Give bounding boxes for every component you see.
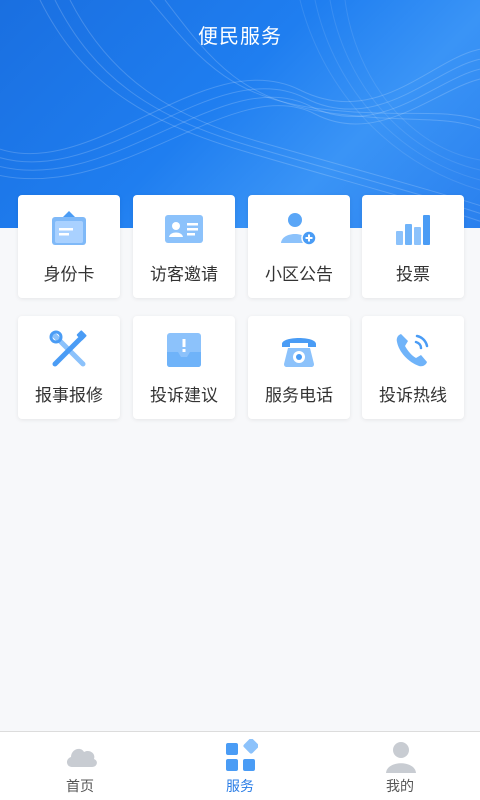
user-icon [386, 742, 416, 773]
telephone-icon [282, 338, 316, 367]
service-label: 访客邀请 [150, 265, 218, 285]
tab-profile[interactable]: 我的 [320, 732, 480, 800]
phone-call-icon [396, 334, 429, 367]
visitor-card-icon [165, 215, 203, 243]
id-card-icon [52, 211, 86, 245]
service-id-card[interactable]: 身份卡 [18, 195, 120, 298]
service-label: 投诉热线 [379, 386, 447, 406]
tools-icon [49, 330, 87, 367]
service-service-phone[interactable]: 服务电话 [248, 316, 350, 419]
service-label: 服务电话 [265, 386, 333, 406]
service-complaint-suggestion[interactable]: 投诉建议 [133, 316, 235, 419]
user-add-icon [281, 213, 317, 246]
tab-label: 我的 [386, 779, 414, 795]
bottom-tab-bar: 首页 服务 我的 [0, 731, 480, 800]
service-label: 报事报修 [35, 386, 103, 406]
page-title: 便民服务 [198, 24, 282, 48]
service-label: 身份卡 [43, 265, 95, 285]
cloud-icon [66, 748, 97, 767]
tab-services[interactable]: 服务 [160, 732, 320, 800]
service-repair-report[interactable]: 报事报修 [18, 316, 120, 419]
service-visitor-invite[interactable]: 访客邀请 [133, 195, 235, 298]
service-community-notice[interactable]: 小区公告 [248, 195, 350, 298]
bar-chart-icon [396, 215, 430, 245]
tab-label: 服务 [226, 779, 254, 795]
service-vote[interactable]: 投票 [362, 195, 464, 298]
service-label: 小区公告 [265, 265, 333, 285]
tab-label: 首页 [66, 779, 94, 795]
header-banner: 便民服务 [0, 0, 480, 228]
service-label: 投票 [396, 265, 430, 285]
tab-home[interactable]: 首页 [0, 732, 160, 800]
service-label: 投诉建议 [150, 386, 218, 406]
complaint-box-icon [167, 333, 201, 367]
service-complaint-hotline[interactable]: 投诉热线 [362, 316, 464, 419]
grid-apps-icon [226, 739, 258, 771]
